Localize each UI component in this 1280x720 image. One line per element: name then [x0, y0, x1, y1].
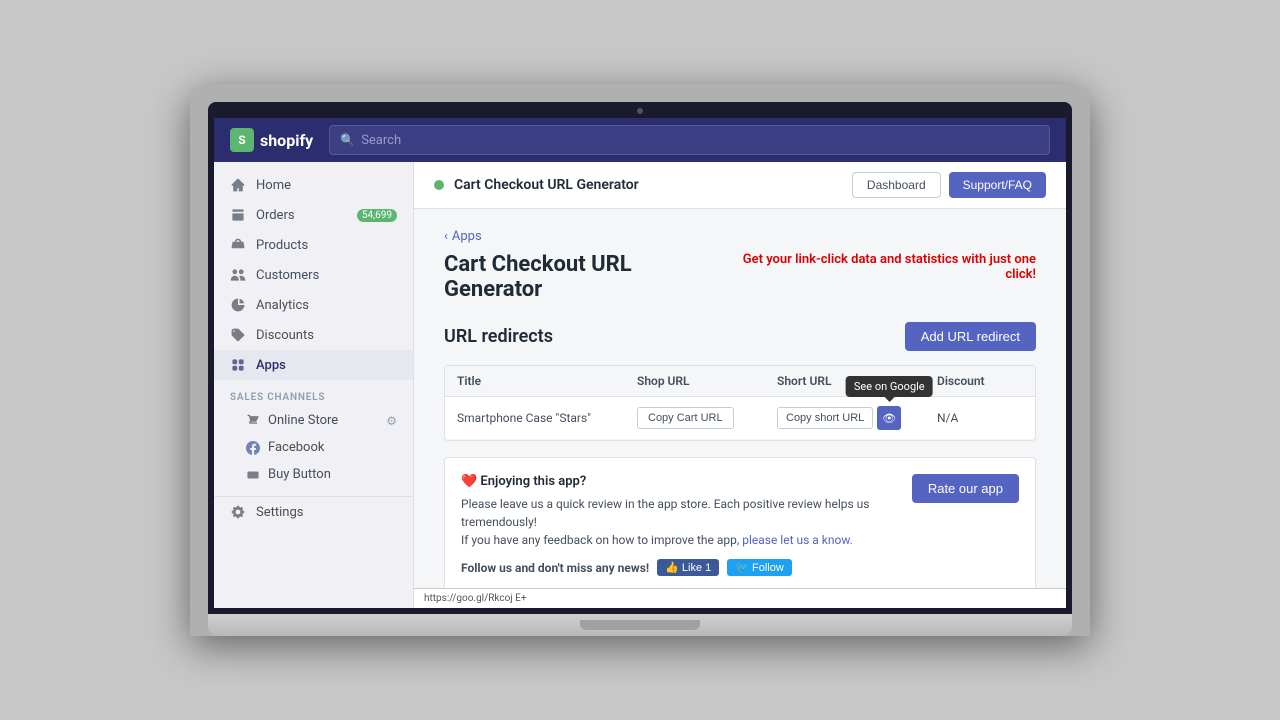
short-url-cell: Copy short URL See on Google 👁	[777, 406, 937, 430]
breadcrumb[interactable]: ‹ Apps	[444, 229, 1036, 244]
sidebar-item-buy-button[interactable]: Buy Button	[214, 461, 413, 488]
row-shop-url-cell: Copy Cart URL	[637, 407, 777, 429]
col-title: Title	[457, 374, 637, 388]
url-table: Title Shop URL Short URL Discount Action…	[444, 365, 1036, 441]
sidebar-label-discounts: Discounts	[256, 328, 314, 343]
feedback-line2: If you have any feedback on how to impro…	[461, 531, 896, 549]
feedback-box: ❤️ Enjoying this app? Please leave us a …	[444, 457, 1036, 588]
col-shop-url: Shop URL	[637, 374, 777, 388]
copy-short-url-button[interactable]: Copy short URL	[777, 407, 873, 429]
orders-icon	[230, 207, 246, 223]
sidebar-item-analytics[interactable]: Analytics	[214, 290, 413, 320]
sidebar-item-orders[interactable]: Orders 54,699	[214, 200, 413, 230]
main-content: Cart Checkout URL Generator Dashboard Su…	[414, 162, 1066, 608]
add-url-redirect-button[interactable]: Add URL redirect	[905, 322, 1036, 351]
shopify-header: S shopify 🔍 Search	[214, 118, 1066, 162]
discounts-icon	[230, 327, 246, 343]
sidebar-label-customers: Customers	[256, 268, 319, 283]
support-faq-button[interactable]: Support/FAQ	[949, 172, 1046, 198]
sidebar-item-apps[interactable]: Apps	[214, 350, 413, 380]
sidebar-label-analytics: Analytics	[256, 298, 309, 313]
row-discount: N/A	[937, 411, 1036, 425]
status-bar: https://goo.gl/Rkcoj E+	[414, 588, 1066, 608]
col-discount: Discount	[937, 374, 1036, 388]
sidebar-item-home[interactable]: Home	[214, 170, 413, 200]
orders-badge: 54,699	[357, 209, 397, 222]
apps-icon	[230, 357, 246, 373]
content-area: ‹ Apps Cart Checkout URL Generator Get y…	[414, 209, 1066, 588]
customers-icon	[230, 267, 246, 283]
sidebar-item-customers[interactable]: Customers	[214, 260, 413, 290]
feedback-title-text: Enjoying this app?	[480, 474, 586, 489]
rate-app-button[interactable]: Rate our app	[912, 474, 1019, 503]
feedback-line2-pre: If you have any feedback on how to impro…	[461, 533, 739, 547]
online-store-icon	[246, 414, 260, 428]
app-header-bar: Cart Checkout URL Generator Dashboard Su…	[414, 162, 1066, 209]
table-header: Title Shop URL Short URL Discount Action	[445, 366, 1035, 397]
eye-btn-wrapper: See on Google 👁	[877, 406, 901, 430]
search-bar[interactable]: 🔍 Search	[329, 125, 1050, 155]
app-status-dot	[434, 180, 444, 190]
buy-button-icon	[246, 468, 260, 482]
feedback-line1: Please leave us a quick review in the ap…	[461, 495, 896, 531]
follow-text: Follow us and don't miss any news!	[461, 561, 649, 575]
eye-button[interactable]: 👁	[877, 406, 901, 430]
search-placeholder: Search	[361, 133, 401, 148]
sidebar-item-online-store[interactable]: Online Store ⚙	[214, 407, 413, 434]
sidebar-item-settings[interactable]: Settings	[214, 496, 413, 527]
table-row: Smartphone Case "Stars" Copy Cart URL Co…	[445, 397, 1035, 440]
url-redirects-title: URL redirects	[444, 326, 553, 347]
page-title: Cart Checkout URL Generator	[444, 252, 723, 302]
sidebar-label-facebook: Facebook	[268, 440, 324, 455]
sidebar-label-apps: Apps	[256, 358, 286, 373]
follow-row: Follow us and don't miss any news! 👍 Lik…	[461, 559, 896, 576]
row-title: Smartphone Case "Stars"	[457, 411, 637, 425]
settings-icon	[230, 504, 246, 520]
follow-button[interactable]: 🐦 Follow	[727, 559, 792, 576]
sidebar-label-online-store: Online Store	[268, 413, 338, 428]
feedback-title: ❤️ Enjoying this app?	[461, 474, 896, 489]
sidebar-label-home: Home	[256, 178, 291, 193]
online-store-settings-icon[interactable]: ⚙	[386, 414, 397, 428]
feedback-line2-link[interactable]: please let us a know.	[742, 533, 853, 547]
status-url: https://goo.gl/Rkcoj E+	[424, 593, 527, 604]
breadcrumb-parent: Apps	[452, 229, 482, 244]
app-header-title: Cart Checkout URL Generator	[454, 177, 639, 193]
sidebar-label-buy-button: Buy Button	[268, 467, 331, 482]
sidebar-item-facebook[interactable]: Facebook	[214, 434, 413, 461]
header-buttons: Dashboard Support/FAQ	[852, 172, 1046, 198]
sidebar-item-products[interactable]: Products	[214, 230, 413, 260]
search-icon: 🔍	[340, 133, 355, 147]
copy-cart-url-button[interactable]: Copy Cart URL	[637, 407, 734, 429]
sidebar-label-orders: Orders	[256, 208, 295, 223]
shopify-logo-icon: S	[230, 128, 254, 152]
facebook-icon	[246, 441, 260, 455]
sidebar-item-discounts[interactable]: Discounts	[214, 320, 413, 350]
like-button[interactable]: 👍 Like 1	[657, 559, 719, 576]
sidebar-label-products: Products	[256, 238, 308, 253]
feedback-emoji: ❤️	[461, 474, 477, 489]
promo-text: Get your link-click data and statistics …	[723, 252, 1036, 282]
home-icon	[230, 177, 246, 193]
section-header: URL redirects Add URL redirect	[444, 322, 1036, 351]
sidebar: Home Orders 54,699 Products Customers	[214, 162, 414, 608]
products-icon	[230, 237, 246, 253]
shopify-logo-text: shopify	[260, 131, 313, 150]
shopify-logo: S shopify	[230, 128, 313, 152]
see-on-google-tooltip: See on Google	[846, 376, 933, 397]
dashboard-button[interactable]: Dashboard	[852, 172, 941, 198]
back-arrow-icon: ‹	[444, 229, 448, 244]
sidebar-label-settings: Settings	[256, 505, 303, 520]
analytics-icon	[230, 297, 246, 313]
app-header-left: Cart Checkout URL Generator	[434, 177, 639, 193]
feedback-content: ❤️ Enjoying this app? Please leave us a …	[461, 474, 896, 576]
sales-channels-title: SALES CHANNELS	[214, 380, 413, 407]
